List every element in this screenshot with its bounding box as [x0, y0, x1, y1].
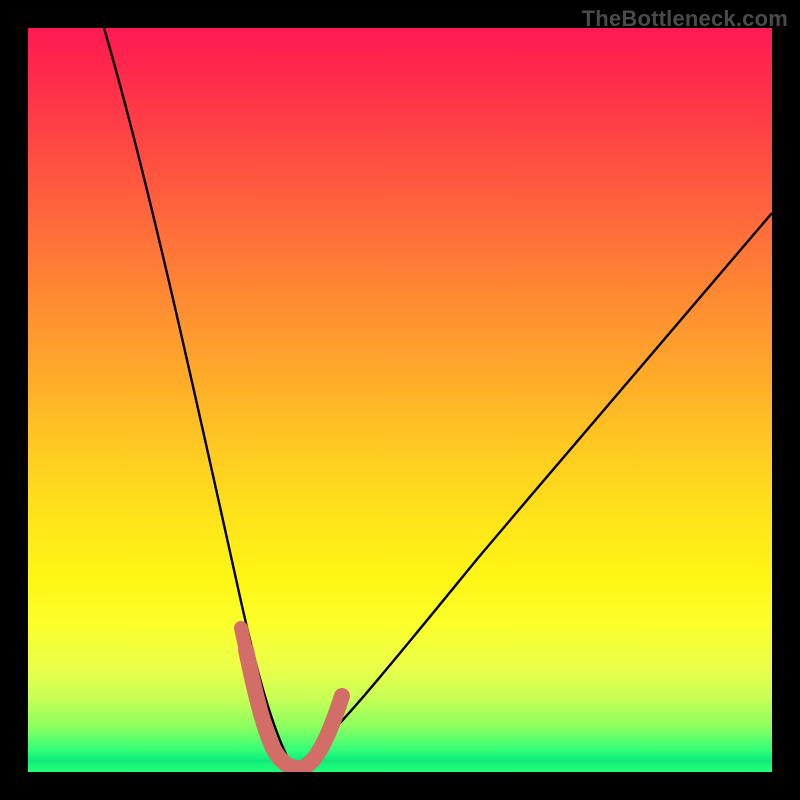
valley-marker [246, 650, 342, 768]
chart-frame: TheBottleneck.com [0, 0, 800, 800]
plot-area [28, 28, 772, 772]
curve-layer [28, 28, 772, 772]
curve-right [293, 213, 772, 768]
valley-marker-upper [241, 628, 250, 668]
watermark-text: TheBottleneck.com [582, 6, 788, 32]
curve-left [104, 28, 293, 768]
